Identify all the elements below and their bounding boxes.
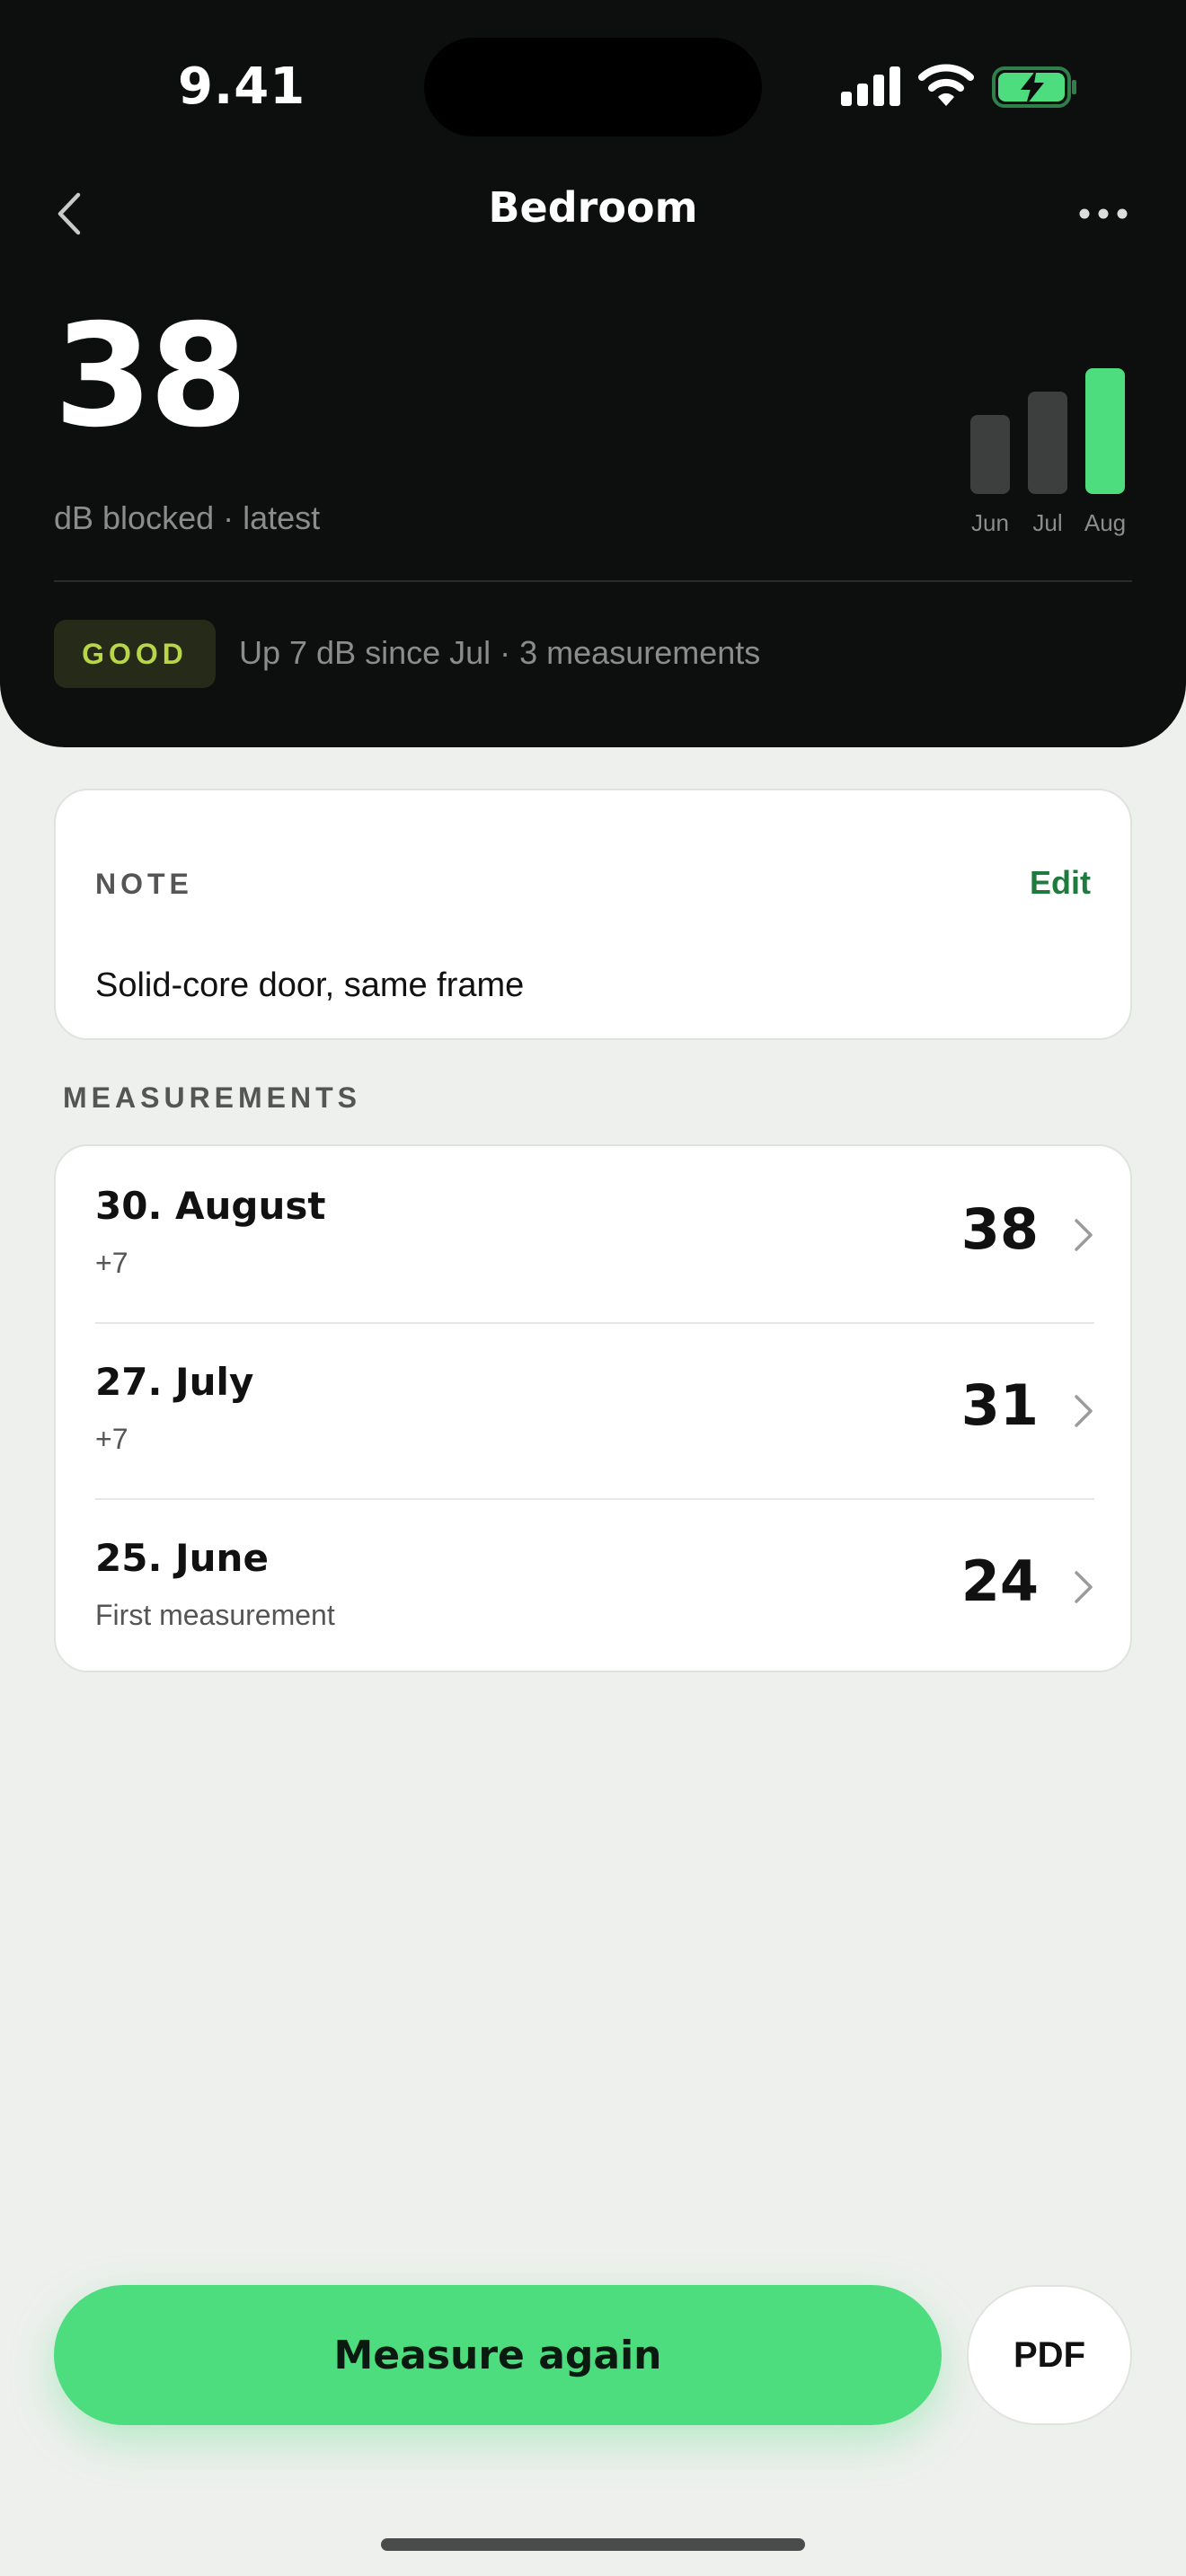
trend-mini-chart: Jun Jul Aug: [961, 350, 1141, 548]
measurements-list: 30. August +7 38 27. July +7 31 25. June…: [54, 1144, 1132, 1672]
measure-again-button[interactable]: Measure again: [54, 2285, 942, 2425]
measurement-detail: +7: [95, 1247, 128, 1279]
wifi-icon: [918, 64, 974, 106]
measurements-section-label: MEASUREMENTS: [63, 1081, 362, 1114]
measurement-detail: +7: [95, 1423, 128, 1455]
more-button[interactable]: [1071, 192, 1136, 235]
trend-summary: Up 7 dB since Jul · 3 measurements: [239, 634, 761, 671]
dynamic-island: [424, 38, 762, 137]
chart-label-jul: Jul: [1032, 509, 1063, 536]
summary-header: 9.41 Bedroom 38 dB blocked · latest Jun …: [0, 0, 1186, 747]
note-text: Solid-core door, same frame: [95, 966, 525, 1004]
measurement-date: 27. July: [95, 1360, 254, 1404]
status-badge: GOOD: [54, 620, 216, 688]
measurement-detail: First measurement: [95, 1599, 335, 1631]
latest-db-caption: dB blocked · latest: [54, 499, 321, 536]
pdf-export-button[interactable]: PDF: [967, 2285, 1132, 2425]
status-bar: 9.41: [0, 0, 1186, 171]
chevron-right-icon: [1075, 1571, 1093, 1603]
header-divider: [54, 580, 1132, 582]
chart-bar-aug: [1085, 368, 1125, 494]
chevron-right-icon: [1075, 1219, 1093, 1251]
nav-bar: Bedroom: [0, 171, 1186, 251]
measurement-row-jun[interactable]: 25. June First measurement 24: [56, 1498, 1130, 1671]
chart-bar-jul: [1028, 392, 1067, 494]
chart-bar-jun: [970, 415, 1010, 494]
measurement-date: 25. June: [95, 1536, 269, 1580]
home-indicator: [381, 2538, 805, 2551]
measurement-value: 24: [960, 1548, 1039, 1614]
edit-note-button[interactable]: Edit: [1030, 864, 1091, 902]
measurement-row-jul[interactable]: 27. July +7 31: [56, 1322, 1130, 1498]
chart-label-aug: Aug: [1084, 509, 1127, 536]
measurement-value: 38: [960, 1196, 1039, 1262]
page-title: Bedroom: [488, 183, 698, 232]
measurement-row-aug[interactable]: 30. August +7 38: [56, 1146, 1130, 1322]
chevron-left-icon: [58, 192, 81, 235]
note-card: NOTE Edit Solid-core door, same frame: [54, 789, 1132, 1040]
chevron-right-icon: [1075, 1395, 1093, 1427]
latest-db-value: 38: [54, 294, 248, 459]
measurement-value: 31: [960, 1372, 1039, 1438]
signal-icon: [841, 66, 900, 106]
note-label: NOTE: [95, 868, 193, 900]
status-time: 9.41: [178, 57, 306, 116]
chart-label-jun: Jun: [971, 509, 1009, 536]
battery-charging-icon: [992, 66, 1076, 108]
measurement-date: 30. August: [95, 1184, 326, 1228]
more-horizontal-icon: [1079, 208, 1128, 219]
back-button[interactable]: [41, 187, 95, 241]
